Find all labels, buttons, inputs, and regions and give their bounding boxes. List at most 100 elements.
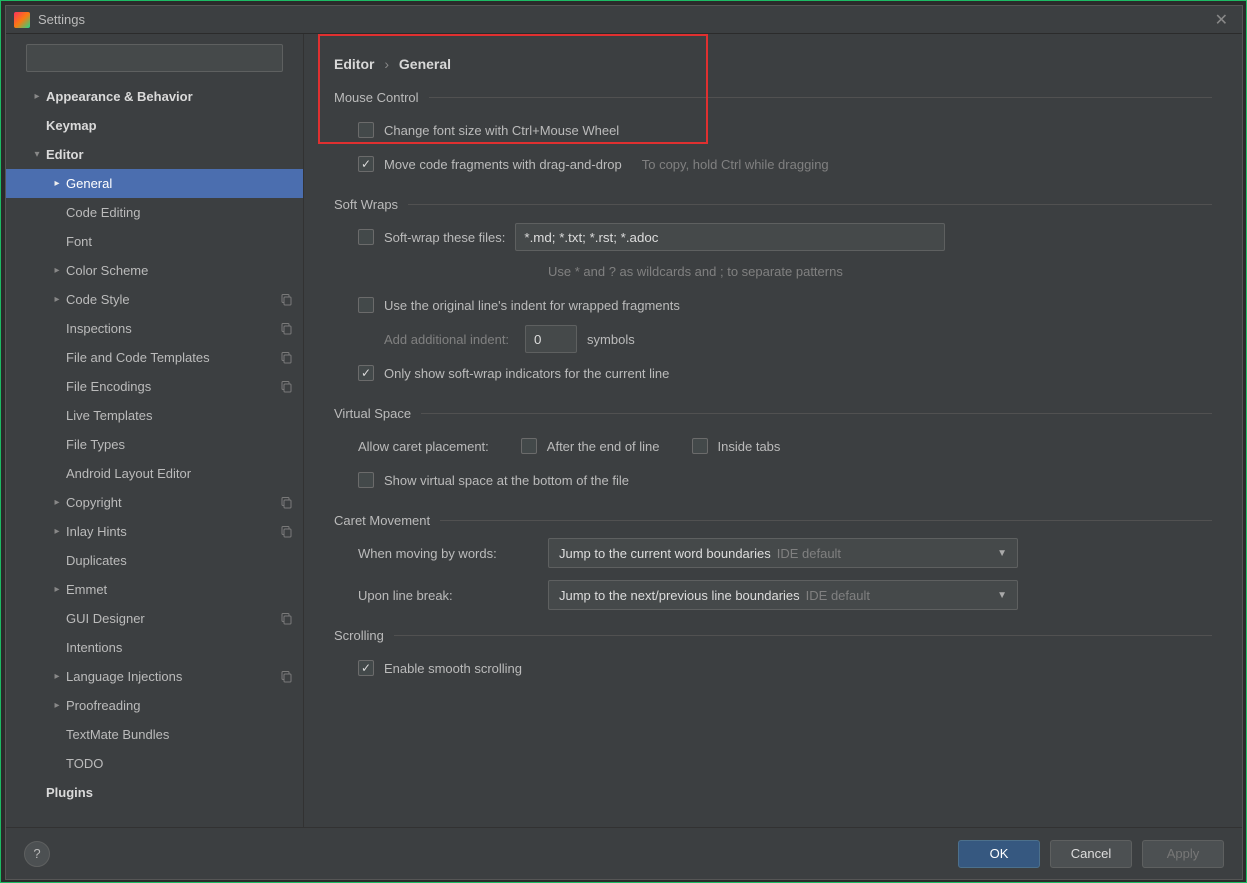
tree-item-label: TextMate Bundles <box>66 727 293 742</box>
label-softwrap-files: Soft-wrap these files: <box>384 230 505 245</box>
checkbox-after-end-of-line[interactable] <box>521 438 537 454</box>
tree-item-general[interactable]: ▸General <box>6 169 303 198</box>
tree-item-label: Color Scheme <box>66 263 293 278</box>
checkbox-smooth-scrolling[interactable] <box>358 660 374 676</box>
hint-move-fragments: To copy, hold Ctrl while dragging <box>642 157 829 172</box>
chevron-right-icon: ▸ <box>48 584 66 595</box>
tree-item-duplicates[interactable]: Duplicates <box>6 546 303 575</box>
select-line-break[interactable]: Jump to the next/previous line boundarie… <box>548 580 1018 610</box>
label-line-break: Upon line break: <box>358 588 538 603</box>
tree-item-label: Font <box>66 234 293 249</box>
section-virtual-space: Virtual Space <box>334 406 1212 421</box>
tree-item-copyright[interactable]: ▸Copyright <box>6 488 303 517</box>
chevron-right-icon: ▸ <box>48 671 66 682</box>
chevron-right-icon: ▸ <box>48 265 66 276</box>
tree-item-appearance-behavior[interactable]: ▸Appearance & Behavior <box>6 82 303 111</box>
tree-item-inspections[interactable]: Inspections <box>6 314 303 343</box>
label-by-words: When moving by words: <box>358 546 538 561</box>
project-scheme-icon <box>279 612 293 626</box>
checkbox-move-fragments[interactable] <box>358 156 374 172</box>
tree-item-label: Appearance & Behavior <box>46 89 293 104</box>
breadcrumb-page: General <box>399 56 451 72</box>
tree-item-proofreading[interactable]: ▸Proofreading <box>6 691 303 720</box>
ok-button[interactable]: OK <box>958 840 1040 868</box>
tree-item-label: GUI Designer <box>66 611 273 626</box>
tree-item-label: File Encodings <box>66 379 273 394</box>
tree-item-label: TODO <box>66 756 293 771</box>
section-title-label: Caret Movement <box>334 513 430 528</box>
checkbox-softwrap-files[interactable] <box>358 229 374 245</box>
input-softwrap-patterns[interactable] <box>515 223 945 251</box>
settings-tree[interactable]: ▸Appearance & BehaviorKeymap▾Editor▸Gene… <box>6 76 303 827</box>
chevron-right-icon: ▸ <box>48 497 66 508</box>
settings-content[interactable]: Editor › General Mouse Control Change fo… <box>304 34 1242 827</box>
titlebar: Settings ✕ <box>6 6 1242 34</box>
cancel-button[interactable]: Cancel <box>1050 840 1132 868</box>
chevron-down-icon: ▾ <box>28 149 46 160</box>
close-icon[interactable]: ✕ <box>1209 8 1234 32</box>
tree-item-label: Plugins <box>46 785 293 800</box>
breadcrumb-root[interactable]: Editor <box>334 56 374 72</box>
tree-item-color-scheme[interactable]: ▸Color Scheme <box>6 256 303 285</box>
checkbox-virtual-space-bottom[interactable] <box>358 472 374 488</box>
apply-button[interactable]: Apply <box>1142 840 1224 868</box>
section-title-label: Mouse Control <box>334 90 419 105</box>
project-scheme-icon <box>279 380 293 394</box>
tree-item-code-style[interactable]: ▸Code Style <box>6 285 303 314</box>
label-softwrap-indicators: Only show soft-wrap indicators for the c… <box>384 366 669 381</box>
section-title-label: Scrolling <box>334 628 384 643</box>
breadcrumb: Editor › General <box>334 56 1212 72</box>
chevron-down-icon: ▼ <box>997 590 1007 601</box>
tree-item-file-and-code-templates[interactable]: File and Code Templates <box>6 343 303 372</box>
label-symbols: symbols <box>587 332 635 347</box>
app-icon <box>14 12 30 28</box>
checkbox-change-font-size[interactable] <box>358 122 374 138</box>
input-additional-indent[interactable] <box>525 325 577 353</box>
tree-item-label: File and Code Templates <box>66 350 273 365</box>
chevron-right-icon: ▸ <box>48 178 66 189</box>
search-input[interactable] <box>26 44 283 72</box>
chevron-right-icon: › <box>384 56 389 72</box>
chevron-right-icon: ▸ <box>48 294 66 305</box>
tree-item-gui-designer[interactable]: GUI Designer <box>6 604 303 633</box>
tree-item-inlay-hints[interactable]: ▸Inlay Hints <box>6 517 303 546</box>
dialog-footer: ? OK Cancel Apply <box>6 827 1242 879</box>
select-default-hint: IDE default <box>777 546 841 561</box>
tree-item-android-layout-editor[interactable]: Android Layout Editor <box>6 459 303 488</box>
tree-item-label: Intentions <box>66 640 293 655</box>
tree-item-font[interactable]: Font <box>6 227 303 256</box>
label-additional-indent: Add additional indent: <box>384 332 509 347</box>
tree-item-label: Android Layout Editor <box>66 466 293 481</box>
tree-item-emmet[interactable]: ▸Emmet <box>6 575 303 604</box>
label-inside-tabs: Inside tabs <box>718 439 781 454</box>
tree-item-label: Keymap <box>46 118 293 133</box>
select-value: Jump to the next/previous line boundarie… <box>559 588 800 603</box>
label-allow-caret: Allow caret placement: <box>358 439 489 454</box>
tree-item-label: Inlay Hints <box>66 524 273 539</box>
checkbox-inside-tabs[interactable] <box>692 438 708 454</box>
tree-item-code-editing[interactable]: Code Editing <box>6 198 303 227</box>
section-soft-wraps: Soft Wraps <box>334 197 1212 212</box>
label-smooth-scrolling: Enable smooth scrolling <box>384 661 522 676</box>
tree-item-textmate-bundles[interactable]: TextMate Bundles <box>6 720 303 749</box>
tree-item-plugins[interactable]: Plugins <box>6 778 303 807</box>
tree-item-file-encodings[interactable]: File Encodings <box>6 372 303 401</box>
tree-item-live-templates[interactable]: Live Templates <box>6 401 303 430</box>
project-scheme-icon <box>279 293 293 307</box>
tree-item-file-types[interactable]: File Types <box>6 430 303 459</box>
tree-item-keymap[interactable]: Keymap <box>6 111 303 140</box>
project-scheme-icon <box>279 351 293 365</box>
label-move-fragments: Move code fragments with drag-and-drop <box>384 157 622 172</box>
checkbox-softwrap-indicators[interactable] <box>358 365 374 381</box>
tree-item-todo[interactable]: TODO <box>6 749 303 778</box>
project-scheme-icon <box>279 322 293 336</box>
label-original-indent: Use the original line's indent for wrapp… <box>384 298 680 313</box>
tree-item-language-injections[interactable]: ▸Language Injections <box>6 662 303 691</box>
tree-item-editor[interactable]: ▾Editor <box>6 140 303 169</box>
tree-item-label: Editor <box>46 147 293 162</box>
tree-item-intentions[interactable]: Intentions <box>6 633 303 662</box>
select-by-words[interactable]: Jump to the current word boundaries IDE … <box>548 538 1018 568</box>
checkbox-original-indent[interactable] <box>358 297 374 313</box>
settings-sidebar: 🔍 ▸Appearance & BehaviorKeymap▾Editor▸Ge… <box>6 34 304 827</box>
help-button[interactable]: ? <box>24 841 50 867</box>
